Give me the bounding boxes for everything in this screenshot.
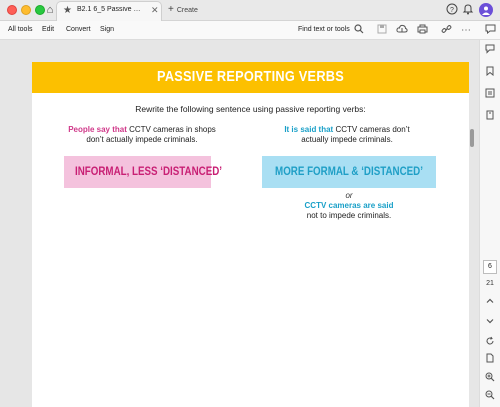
- close-tab-icon[interactable]: ✕: [151, 5, 159, 16]
- share-link-icon[interactable]: [439, 24, 453, 38]
- page-title: PASSIVE REPORTING VERBS: [157, 68, 344, 85]
- save-disabled-icon[interactable]: [375, 24, 389, 38]
- create-label: Create: [176, 7, 198, 14]
- print-icon[interactable]: [415, 24, 429, 38]
- bell-icon[interactable]: [461, 3, 475, 17]
- find-text-or-tools[interactable]: Find text or tools: [298, 26, 350, 33]
- informal-box-label: INFORMAL, LESS ‘DISTANCED’: [75, 166, 223, 178]
- star-icon[interactable]: ★: [63, 5, 72, 16]
- cloud-upload-icon[interactable]: [395, 24, 409, 38]
- attachment-icon[interactable]: [483, 110, 497, 124]
- toolbar: All tools Edit Convert Sign Find text or…: [0, 21, 500, 40]
- formal-sentence: It is said that CCTV cameras don’t actua…: [257, 125, 437, 145]
- document-viewport[interactable]: PASSIVE REPORTING VERBS Rewrite the foll…: [0, 40, 479, 407]
- tab-bar: ⌂ ★ B2.1 6_5 Passive Repor... ✕ +Create …: [0, 0, 500, 21]
- page-document-icon[interactable]: [483, 353, 497, 367]
- informal-line2: don’t actually impede criminals.: [86, 135, 198, 144]
- create-button[interactable]: + Create: [168, 4, 198, 15]
- comment-panel-icon[interactable]: [483, 44, 497, 58]
- menu-all-tools[interactable]: All tools: [8, 26, 33, 33]
- alternative-sentence: CCTV cameras are said not to impede crim…: [262, 201, 436, 221]
- bookmark-icon[interactable]: [483, 66, 497, 80]
- informal-sentence: People say that CCTV cameras in shops do…: [52, 125, 232, 145]
- title-banner: PASSIVE REPORTING VERBS: [32, 62, 469, 93]
- more-options-icon[interactable]: ⋯: [459, 24, 473, 38]
- avatar[interactable]: [479, 3, 493, 17]
- menu-edit[interactable]: Edit: [42, 26, 54, 33]
- thumbnails-icon[interactable]: [483, 88, 497, 102]
- total-pages: 21: [486, 280, 494, 287]
- rotate-icon[interactable]: [483, 336, 497, 350]
- plus-icon: +: [168, 4, 174, 15]
- right-tool-rail: 6 21: [479, 40, 500, 407]
- formal-rest: CCTV cameras don’t: [333, 125, 410, 134]
- menu-convert[interactable]: Convert: [66, 26, 91, 33]
- formal-box: MORE FORMAL & ‘DISTANCED’: [262, 156, 436, 188]
- vertical-scrollbar[interactable]: [470, 129, 474, 147]
- formal-line2: actually impede criminals.: [301, 135, 393, 144]
- zoom-in-icon[interactable]: [483, 372, 497, 386]
- search-icon[interactable]: [352, 24, 366, 38]
- document-tab[interactable]: ★ B2.1 6_5 Passive Repor... ✕: [56, 1, 162, 21]
- close-window-button[interactable]: [7, 5, 17, 15]
- alternative-line2: not to impede criminals.: [306, 211, 392, 220]
- menu-sign[interactable]: Sign: [100, 26, 114, 33]
- zoom-out-icon[interactable]: [483, 390, 497, 404]
- formal-box-label: MORE FORMAL & ‘DISTANCED’: [275, 166, 423, 178]
- comment-icon[interactable]: [483, 24, 497, 38]
- alternative-highlight: CCTV cameras are said: [304, 201, 394, 210]
- minimize-window-button[interactable]: [21, 5, 31, 15]
- current-page-input[interactable]: 6: [483, 260, 497, 274]
- informal-rest: CCTV cameras in shops: [126, 125, 216, 134]
- informal-box: INFORMAL, LESS ‘DISTANCED’: [64, 156, 223, 188]
- help-icon[interactable]: ?: [445, 3, 459, 17]
- or-text: or: [345, 191, 353, 200]
- chevron-up-icon[interactable]: [483, 296, 497, 310]
- formal-highlight: It is said that: [284, 125, 334, 134]
- tab-title: B2.1 6_5 Passive Repor...: [77, 6, 145, 13]
- instruction-text: Rewrite the following sentence using pas…: [135, 104, 366, 114]
- informal-highlight: People say that: [68, 125, 127, 134]
- svg-text:?: ?: [450, 7, 454, 14]
- pdf-page: PASSIVE REPORTING VERBS Rewrite the foll…: [32, 62, 469, 407]
- chevron-down-icon[interactable]: [483, 316, 497, 330]
